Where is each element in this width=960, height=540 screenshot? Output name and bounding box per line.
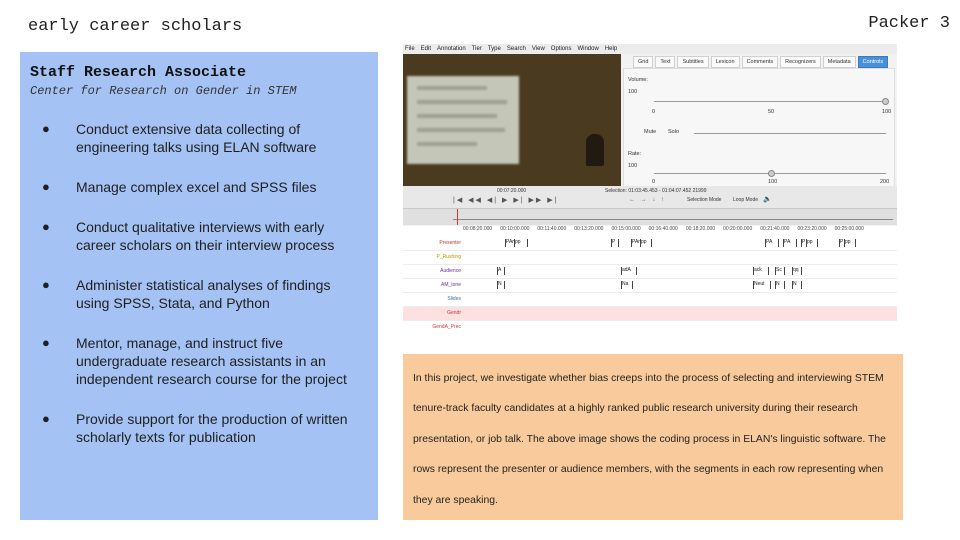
menu-edit[interactable]: Edit (421, 44, 431, 54)
menu-tier[interactable]: Tier (472, 44, 482, 54)
tier-row[interactable]: Presenter PAn pp P PAn pp PA PA P pp P p… (403, 237, 897, 251)
selection-buttons[interactable]: ← → ↓ ↑ (629, 197, 666, 203)
elan-screenshot: File Edit Annotation Tier Type Search Vi… (403, 44, 897, 334)
duties-list: ● Conduct extensive data collecting of en… (30, 120, 368, 446)
slide-title: early career scholars (28, 17, 243, 36)
bullet-icon: ● (42, 121, 50, 136)
playback-buttons[interactable]: |◀ ◀◀ ◀| ▶ ▶| ▶▶ ▶| (453, 196, 558, 204)
speaker-icon[interactable]: 🔈 (763, 195, 772, 203)
tier-viewer: 00:08:20.000 00:10:00.000 00:11:40.000 00:1… (403, 226, 897, 334)
duty-item: ● Administer statistical analyses of find… (42, 277, 331, 311)
mute-checkbox[interactable]: Mute (644, 129, 656, 135)
tab-text[interactable]: Text (655, 56, 676, 68)
elan-tabs: Grid Text Subtitles Lexicon Comments Rec… (633, 56, 889, 68)
tier-row[interactable]: AM_tone N Na Neut N N (403, 279, 897, 293)
volume-slider[interactable] (882, 98, 889, 105)
timeline-ruler[interactable] (403, 208, 897, 225)
video-frame (403, 54, 621, 186)
position-panel: Staff Research Associate Center for Rese… (20, 52, 378, 520)
bullet-icon: ● (42, 277, 50, 292)
loop-mode-checkbox[interactable]: Loop Mode (733, 197, 758, 203)
project-description-panel: In this project, we investigate whether … (403, 354, 903, 520)
duty-item: ● Conduct qualitative interviews with ear… (42, 219, 335, 253)
tier-row[interactable]: Slides (403, 293, 897, 307)
duty-item: ● Provide support for the production of w… (42, 411, 348, 445)
tier-row[interactable]: Gendr (403, 307, 897, 321)
tier-row[interactable]: P_Rushing (403, 251, 897, 265)
tab-recognizers[interactable]: Recognizers (780, 56, 821, 68)
selection-mode-checkbox[interactable]: Selection Mode (687, 197, 721, 203)
playback-toolbar: 00:07:20.000 Selection: 01:03:45.453 - 0… (403, 186, 897, 208)
duty-item: ● Conduct extensive data collecting of en… (42, 121, 317, 155)
time-labels: 00:08:20.000 00:10:00.000 00:11:40.000 00:1… (463, 226, 864, 232)
page-label: Packer 3 (868, 14, 950, 33)
menu-type[interactable]: Type (488, 44, 501, 54)
presenter-figure (586, 134, 604, 166)
tier-row[interactable]: Audience A adA ack Sc qq (403, 265, 897, 279)
menu-options[interactable]: Options (551, 44, 572, 54)
tier-row[interactable]: GendA_Prec (403, 321, 897, 334)
rate-slider[interactable] (768, 170, 775, 177)
duty-item: ● Mentor, manage, and instruct five under… (42, 335, 347, 387)
menu-help[interactable]: Help (605, 44, 617, 54)
volume-value: 100 (628, 89, 638, 95)
job-title: Staff Research Associate (30, 64, 247, 81)
solo-checkbox[interactable]: Solo (668, 129, 679, 135)
menu-search[interactable]: Search (507, 44, 526, 54)
menu-annotation[interactable]: Annotation (437, 44, 466, 54)
playhead[interactable] (457, 209, 458, 225)
tab-controls[interactable]: Controls (857, 56, 889, 68)
tab-subtitles[interactable]: Subtitles (677, 56, 709, 68)
tab-metadata[interactable]: Metadata (822, 56, 856, 68)
elan-menubar: File Edit Annotation Tier Type Search Vi… (403, 44, 897, 54)
rate-value: 100 (628, 163, 638, 169)
time-display: 00:07:20.000 (497, 188, 527, 194)
bullet-icon: ● (42, 219, 50, 234)
duty-item: ● Manage complex excel and SPSS files (42, 179, 317, 195)
rate-label: Rate: (628, 151, 642, 157)
organization-name: Center for Research on Gender in STEM (30, 84, 297, 98)
project-description: In this project, we investigate whether … (413, 373, 886, 506)
controls-panel: Volume: 100 0 50 100 Mute Solo Rate: 100… (623, 68, 895, 188)
selection-display: Selection: 01:03:45.453 - 01:04:07.452 2… (605, 188, 707, 194)
menu-window[interactable]: Window (577, 44, 598, 54)
tab-grid[interactable]: Grid (633, 56, 654, 68)
menu-view[interactable]: View (532, 44, 545, 54)
tab-comments[interactable]: Comments (741, 56, 779, 68)
bullet-icon: ● (42, 179, 50, 194)
volume-label: Volume: (628, 77, 648, 83)
menu-file[interactable]: File (405, 44, 415, 54)
projected-slide (407, 76, 519, 164)
bullet-icon: ● (42, 411, 50, 426)
tab-lexicon[interactable]: Lexicon (710, 56, 740, 68)
bullet-icon: ● (42, 335, 50, 350)
